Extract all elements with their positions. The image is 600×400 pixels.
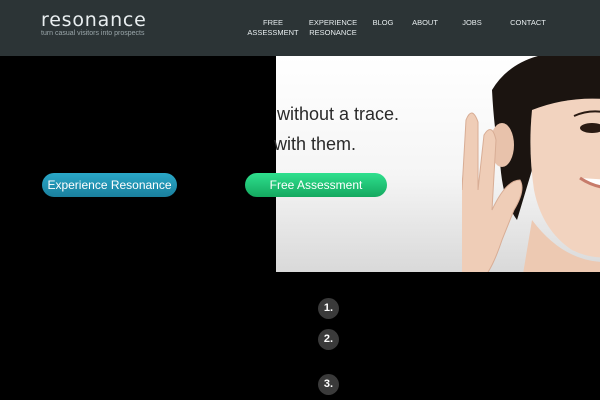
nav-contact[interactable]: CONTACT [506,18,550,28]
main-nav: FREE ASSESSMENT EXPERIENCE RESONANCE BLO… [0,0,600,56]
page: resonance turn casual visitors into pros… [0,0,600,400]
nav-jobs[interactable]: JOBS [458,18,486,28]
hero-headline-line-2: with them. [274,134,357,154]
free-assessment-button[interactable]: Free Assessment [245,173,387,197]
nav-free-assessment[interactable]: FREE ASSESSMENT [246,18,300,38]
step-badge-2: 2. [318,329,339,350]
hero-image [276,56,600,272]
nav-experience-resonance[interactable]: EXPERIENCE RESONANCE [306,18,360,38]
site-header: resonance turn casual visitors into pros… [0,0,600,56]
experience-resonance-button[interactable]: Experience Resonance [42,173,177,197]
nav-blog[interactable]: BLOG [368,18,398,28]
hero-headline-line-1: without a trace. [277,104,400,124]
step-badge-3: 3. [318,374,339,395]
woman-listening-image [462,56,600,272]
step-badge-1: 1. [318,298,339,319]
nav-about[interactable]: ABOUT [408,18,442,28]
